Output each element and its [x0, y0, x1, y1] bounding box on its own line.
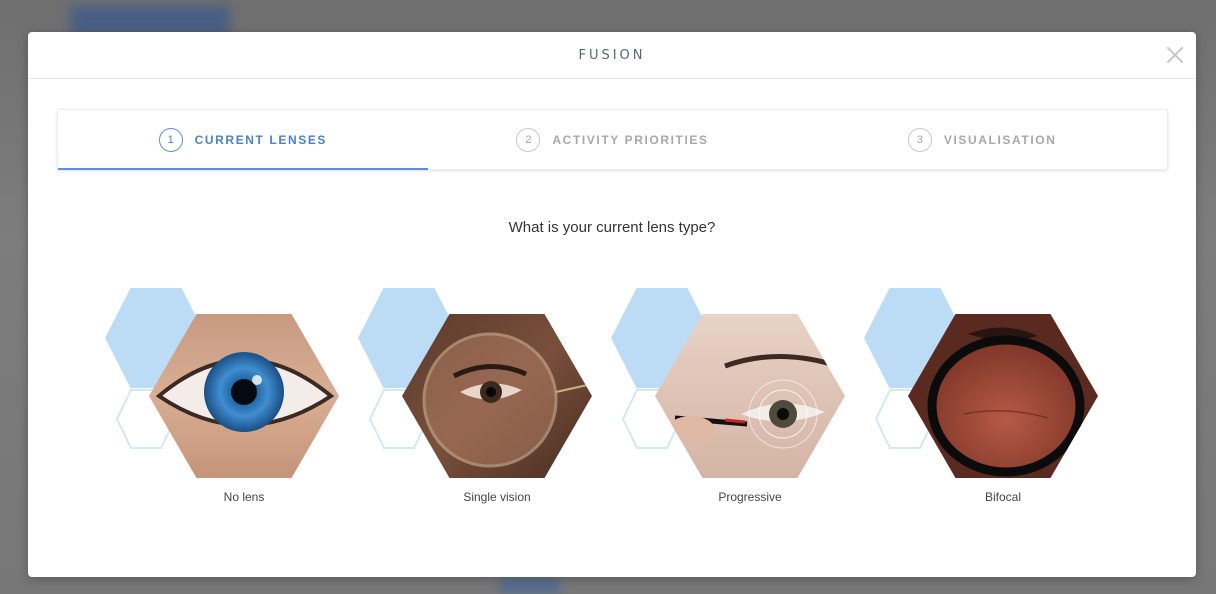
step-label: VISUALISATION — [943, 132, 1057, 147]
fusion-modal: FUSION 1 CURRENT LENSES 2 ACTIVITY PRIOR… — [28, 32, 1196, 577]
stepper: 1 CURRENT LENSES 2 ACTIVITY PRIORITIES 3… — [57, 109, 1168, 170]
step-activity-priorities[interactable]: 2 ACTIVITY PRIORITIES — [428, 110, 798, 169]
option-single-vision[interactable]: Single vision — [358, 288, 598, 518]
step-label: ACTIVITY PRIORITIES — [552, 132, 709, 147]
option-label: Progressive — [718, 490, 782, 504]
step-current-lenses[interactable]: 1 CURRENT LENSES — [58, 110, 428, 170]
background-element — [500, 578, 560, 594]
option-label: No lens — [223, 490, 265, 504]
option-label: Bifocal — [984, 490, 1022, 504]
option-progressive[interactable]: Progressive — [611, 288, 851, 518]
step-label: CURRENT LENSES — [194, 132, 328, 147]
modal-title: FUSION — [578, 47, 646, 63]
option-bifocal[interactable]: Bifocal — [864, 288, 1104, 518]
lens-options: No lens Single vision Progressive Bifoca… — [28, 288, 1196, 518]
step-number: 1 — [158, 127, 183, 152]
step-number: 3 — [907, 127, 932, 152]
step-number: 2 — [516, 127, 541, 152]
question-text: What is your current lens type? — [508, 219, 716, 236]
step-visualisation[interactable]: 3 VISUALISATION — [797, 110, 1167, 169]
option-no-lens[interactable]: No lens — [105, 288, 345, 518]
close-icon[interactable] — [1164, 44, 1186, 66]
modal-header: FUSION — [28, 32, 1196, 79]
option-label: Single vision — [463, 490, 531, 504]
